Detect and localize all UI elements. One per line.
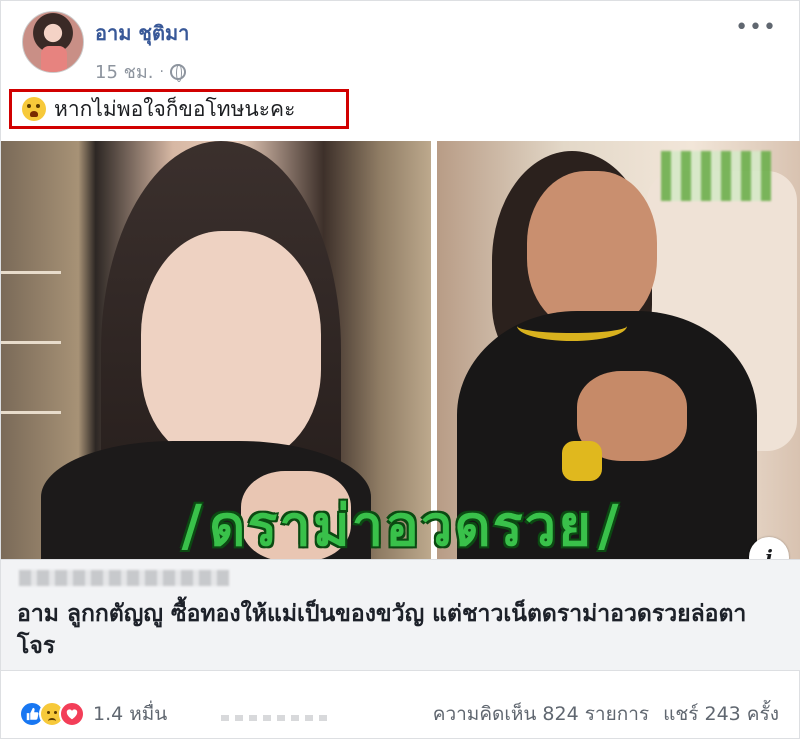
share-count[interactable]: แชร์ 243 ครั้ง xyxy=(663,699,779,729)
post-image[interactable]: / ดราม่าอวดรวย / i xyxy=(1,141,800,559)
author-name[interactable]: อาม ชุติมา xyxy=(95,17,189,49)
slash-right: / xyxy=(598,494,621,559)
post-caption: หากไม่พอใจก็ขอโทษนะคะ xyxy=(54,96,296,121)
post-time[interactable]: 15 ชม. xyxy=(95,57,153,86)
crying-emoji-icon xyxy=(22,97,46,121)
more-icon[interactable]: ••• xyxy=(735,15,777,40)
shelf xyxy=(1,271,61,274)
reaction-count: 1.4 หมื่น xyxy=(93,703,168,725)
gold-bracelet xyxy=(562,441,602,481)
reactions-summary[interactable]: 1.4 หมื่น xyxy=(19,699,167,729)
link-preview[interactable]: อาม ลูกกตัญญู ซื้อทองให้แม่เป็นของขวัญ แ… xyxy=(1,559,800,671)
post-meta: 15 ชม. · xyxy=(95,57,186,86)
face xyxy=(141,231,321,461)
blurred-watermark xyxy=(661,151,771,201)
blurred-text xyxy=(221,715,331,721)
post-footer: 1.4 หมื่น ความคิดเห็น 824 รายการ แชร์ 24… xyxy=(1,671,800,739)
blurred-domain xyxy=(19,570,229,586)
shelf xyxy=(1,341,61,344)
avatar[interactable] xyxy=(22,11,84,73)
caption-highlight: หากไม่พอใจก็ขอโทษนะคะ xyxy=(9,89,349,129)
image-headline: / ดราม่าอวดรวย / xyxy=(1,481,800,559)
comment-count[interactable]: ความคิดเห็น 824 รายการ xyxy=(433,699,649,729)
headline-text: ดราม่าอวดรวย xyxy=(208,494,594,559)
slash-left: / xyxy=(181,494,204,559)
face xyxy=(527,171,657,331)
globe-icon[interactable] xyxy=(169,63,186,82)
post-stats: ความคิดเห็น 824 รายการ แชร์ 243 ครั้ง xyxy=(433,699,779,729)
avatar-figure xyxy=(41,46,67,72)
post-card: อาม ชุติมา 15 ชม. · ••• หากไม่พอใจก็ขอโท… xyxy=(0,0,800,739)
love-icon xyxy=(59,701,85,727)
gold-necklace xyxy=(517,311,627,341)
link-title[interactable]: อาม ลูกกตัญญู ซื้อทองให้แม่เป็นของขวัญ แ… xyxy=(17,598,777,662)
shelf xyxy=(1,411,61,414)
meta-separator: · xyxy=(159,63,164,80)
